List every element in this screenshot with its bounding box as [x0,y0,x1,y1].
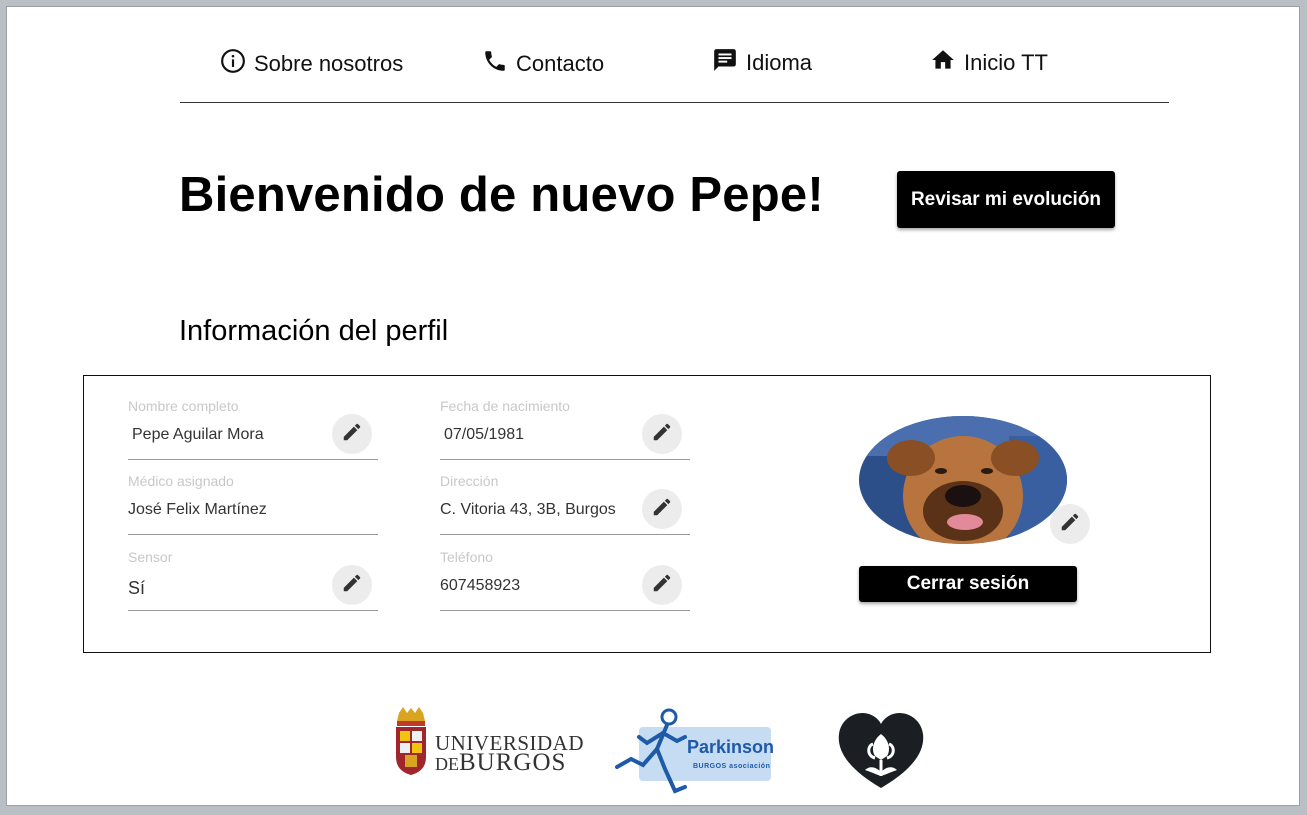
nav-home-label: Inicio TT [964,50,1048,75]
welcome-heading: Bienvenido de nuevo Pepe! [179,168,824,222]
pencil-icon [1059,511,1081,538]
phone-label: Teléfono [440,549,493,565]
sensor-label: Sensor [128,549,173,565]
edit-address-button[interactable] [642,489,682,529]
runner-icon [615,708,687,794]
birth-date-value: 07/05/1981 [444,426,525,443]
info-icon [220,48,246,80]
parkinson-title: Parkinson [687,737,775,757]
pencil-icon [651,572,673,599]
home-icon [930,47,956,79]
edit-birth-date-button[interactable] [642,414,682,454]
doctor-field: Médico asignado José Felix Martínez [128,473,378,535]
message-icon [712,47,738,79]
full-name-label: Nombre completo [128,398,239,414]
sensor-value: Sí [128,578,146,598]
edit-phone-button[interactable] [642,565,682,605]
pencil-icon [341,572,363,599]
review-evolution-button[interactable]: Revisar mi evolución [897,171,1115,228]
nav-about-link[interactable]: Sobre nosotros [220,49,403,79]
edit-sensor-button[interactable] [332,565,372,605]
university-name-city: BURGOS [459,749,567,776]
university-name-prefix: DE [435,754,459,774]
full-name-value: Pepe Aguilar Mora [132,426,264,443]
nav-home-link[interactable]: Inicio TT [930,48,1048,78]
nav-language-link[interactable]: Idioma [712,48,812,78]
app-window: Sobre nosotros Contacto Idioma Inicio TT… [6,6,1300,806]
pencil-icon [341,421,363,448]
phone-icon [482,48,508,80]
profile-card: Nombre completo Pepe Aguilar Mora Fecha … [83,375,1211,653]
dog-photo-image [859,416,1067,544]
address-value: C. Vitoria 43, 3B, Burgos [440,501,616,518]
doctor-value: José Felix Martínez [128,501,267,518]
logout-button[interactable]: Cerrar sesión [859,566,1077,602]
edit-avatar-button[interactable] [1050,504,1090,544]
top-nav: Sobre nosotros Contacto Idioma Inicio TT [180,7,1169,103]
edit-full-name-button[interactable] [332,414,372,454]
nav-about-label: Sobre nosotros [254,51,404,76]
birth-date-label: Fecha de nacimiento [440,398,570,414]
heart-tulip-icon [838,712,924,788]
university-crest-icon [396,707,426,775]
profile-section-title: Información del perfil [179,315,449,347]
nav-contact-link[interactable]: Contacto [482,49,604,79]
doctor-label: Médico asignado [128,473,234,489]
pencil-icon [651,421,673,448]
footer-logos: UNIVERSIDAD DEBURGOS Parkinson BURGOS as… [7,707,1299,797]
university-name-line2: DEBURGOS [435,749,566,777]
nav-language-label: Idioma [746,50,813,75]
university-logo: UNIVERSIDAD DEBURGOS [391,707,584,779]
heart-tulip-logo [837,710,925,790]
parkinson-subtitle: BURGOS asociación [693,763,771,770]
address-label: Dirección [440,473,499,489]
phone-value: 607458923 [440,577,521,594]
profile-avatar [859,416,1067,544]
parkinson-logo: Parkinson BURGOS asociación [613,707,783,795]
pencil-icon [651,496,673,523]
nav-contact-label: Contacto [516,51,605,76]
